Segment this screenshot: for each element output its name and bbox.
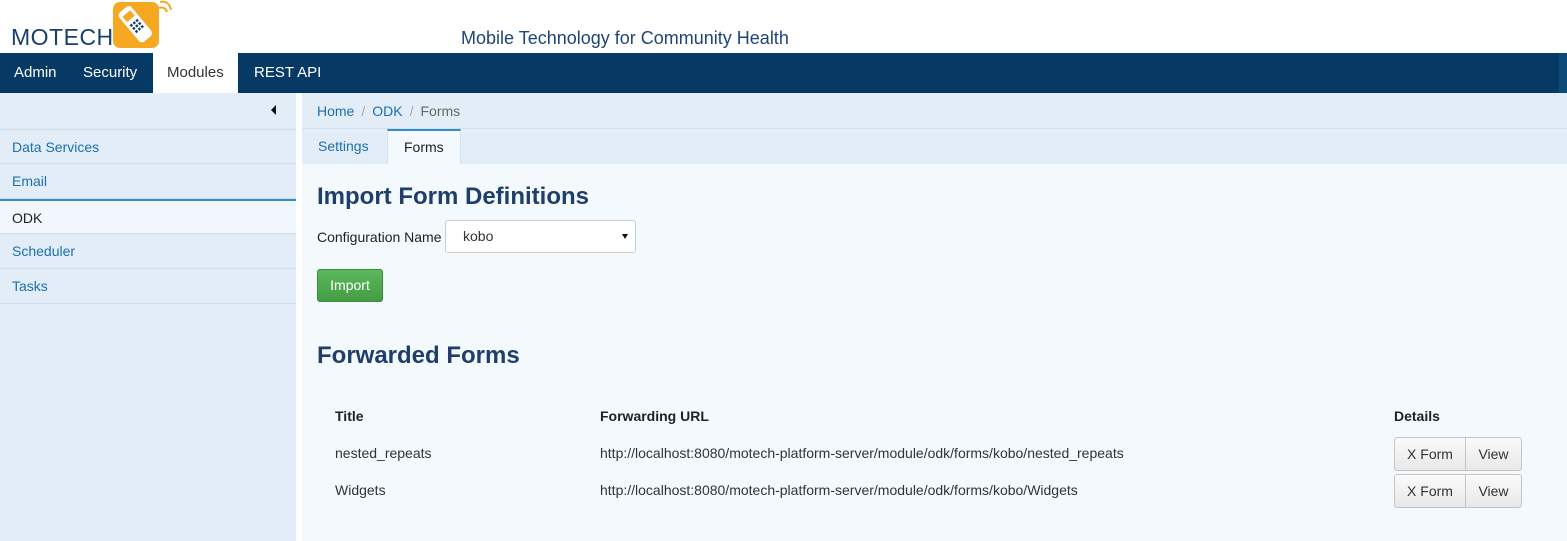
tab-forms[interactable]: Forms — [387, 129, 461, 164]
breadcrumb-separator: / — [361, 103, 366, 119]
forwarding-url: http://localhost:8080/motech-platform-se… — [600, 482, 1078, 498]
xform-button[interactable]: X Form — [1394, 437, 1466, 471]
main-content: Home / ODK / Forms Settings Forms Import For… — [302, 93, 1567, 541]
nav-item-rest-api[interactable]: REST API — [240, 53, 335, 93]
nav-item-modules[interactable]: Modules — [153, 53, 238, 93]
nav-edge — [1559, 53, 1567, 93]
sidebar-item-scheduler[interactable]: Scheduler — [0, 234, 296, 269]
module-list: Data Services Email ODK Scheduler Tasks — [0, 129, 296, 304]
chevron-down-icon — [622, 234, 628, 239]
breadcrumb-separator: / — [409, 103, 414, 119]
motech-logo-icon[interactable] — [111, 0, 173, 50]
sidebar-item-data-services[interactable]: Data Services — [0, 129, 296, 164]
sidebar-item-tasks[interactable]: Tasks — [0, 269, 296, 304]
sidebar: Data Services Email ODK Scheduler Tasks — [0, 93, 296, 541]
tab-bar: Settings Forms — [302, 129, 1567, 164]
configuration-name-label: Configuration Name — [317, 229, 442, 245]
form-title: nested_repeats — [335, 445, 432, 461]
view-button[interactable]: View — [1465, 474, 1522, 508]
configuration-select-value: kobo — [463, 228, 494, 244]
xform-button[interactable]: X Form — [1394, 474, 1466, 508]
column-header-url: Forwarding URL — [600, 408, 709, 424]
forwarded-forms-heading: Forwarded Forms — [317, 342, 520, 369]
breadcrumb: Home / ODK / Forms — [302, 93, 1567, 129]
forwarding-url: http://localhost:8080/motech-platform-se… — [600, 445, 1124, 461]
column-header-title: Title — [335, 408, 364, 424]
sidebar-item-odk[interactable]: ODK — [0, 199, 296, 234]
tab-settings[interactable]: Settings — [302, 129, 385, 164]
view-button[interactable]: View — [1465, 437, 1522, 471]
app-header: MOTECH Mobile Technology for Community H… — [0, 0, 1567, 53]
sidebar-item-email[interactable]: Email — [0, 164, 296, 199]
form-title: Widgets — [335, 482, 386, 498]
logo-text[interactable]: MOTECH — [11, 24, 114, 51]
nav-item-security[interactable]: Security — [69, 53, 151, 93]
breadcrumb-current: Forms — [420, 103, 461, 119]
column-header-details: Details — [1394, 408, 1440, 424]
breadcrumb-odk-link[interactable]: ODK — [372, 103, 402, 119]
collapse-sidebar-icon[interactable] — [271, 105, 276, 115]
nav-item-admin[interactable]: Admin — [0, 53, 71, 93]
import-button[interactable]: Import — [317, 269, 383, 302]
import-heading: Import Form Definitions — [317, 183, 589, 210]
main-nav: Admin Security Modules REST API — [0, 53, 1567, 93]
breadcrumb-home-link[interactable]: Home — [317, 103, 354, 119]
details-button-group: X Form View — [1394, 437, 1522, 471]
site-tagline: Mobile Technology for Community Health — [461, 28, 789, 48]
configuration-select[interactable]: kobo — [445, 220, 636, 253]
details-button-group: X Form View — [1394, 474, 1522, 508]
